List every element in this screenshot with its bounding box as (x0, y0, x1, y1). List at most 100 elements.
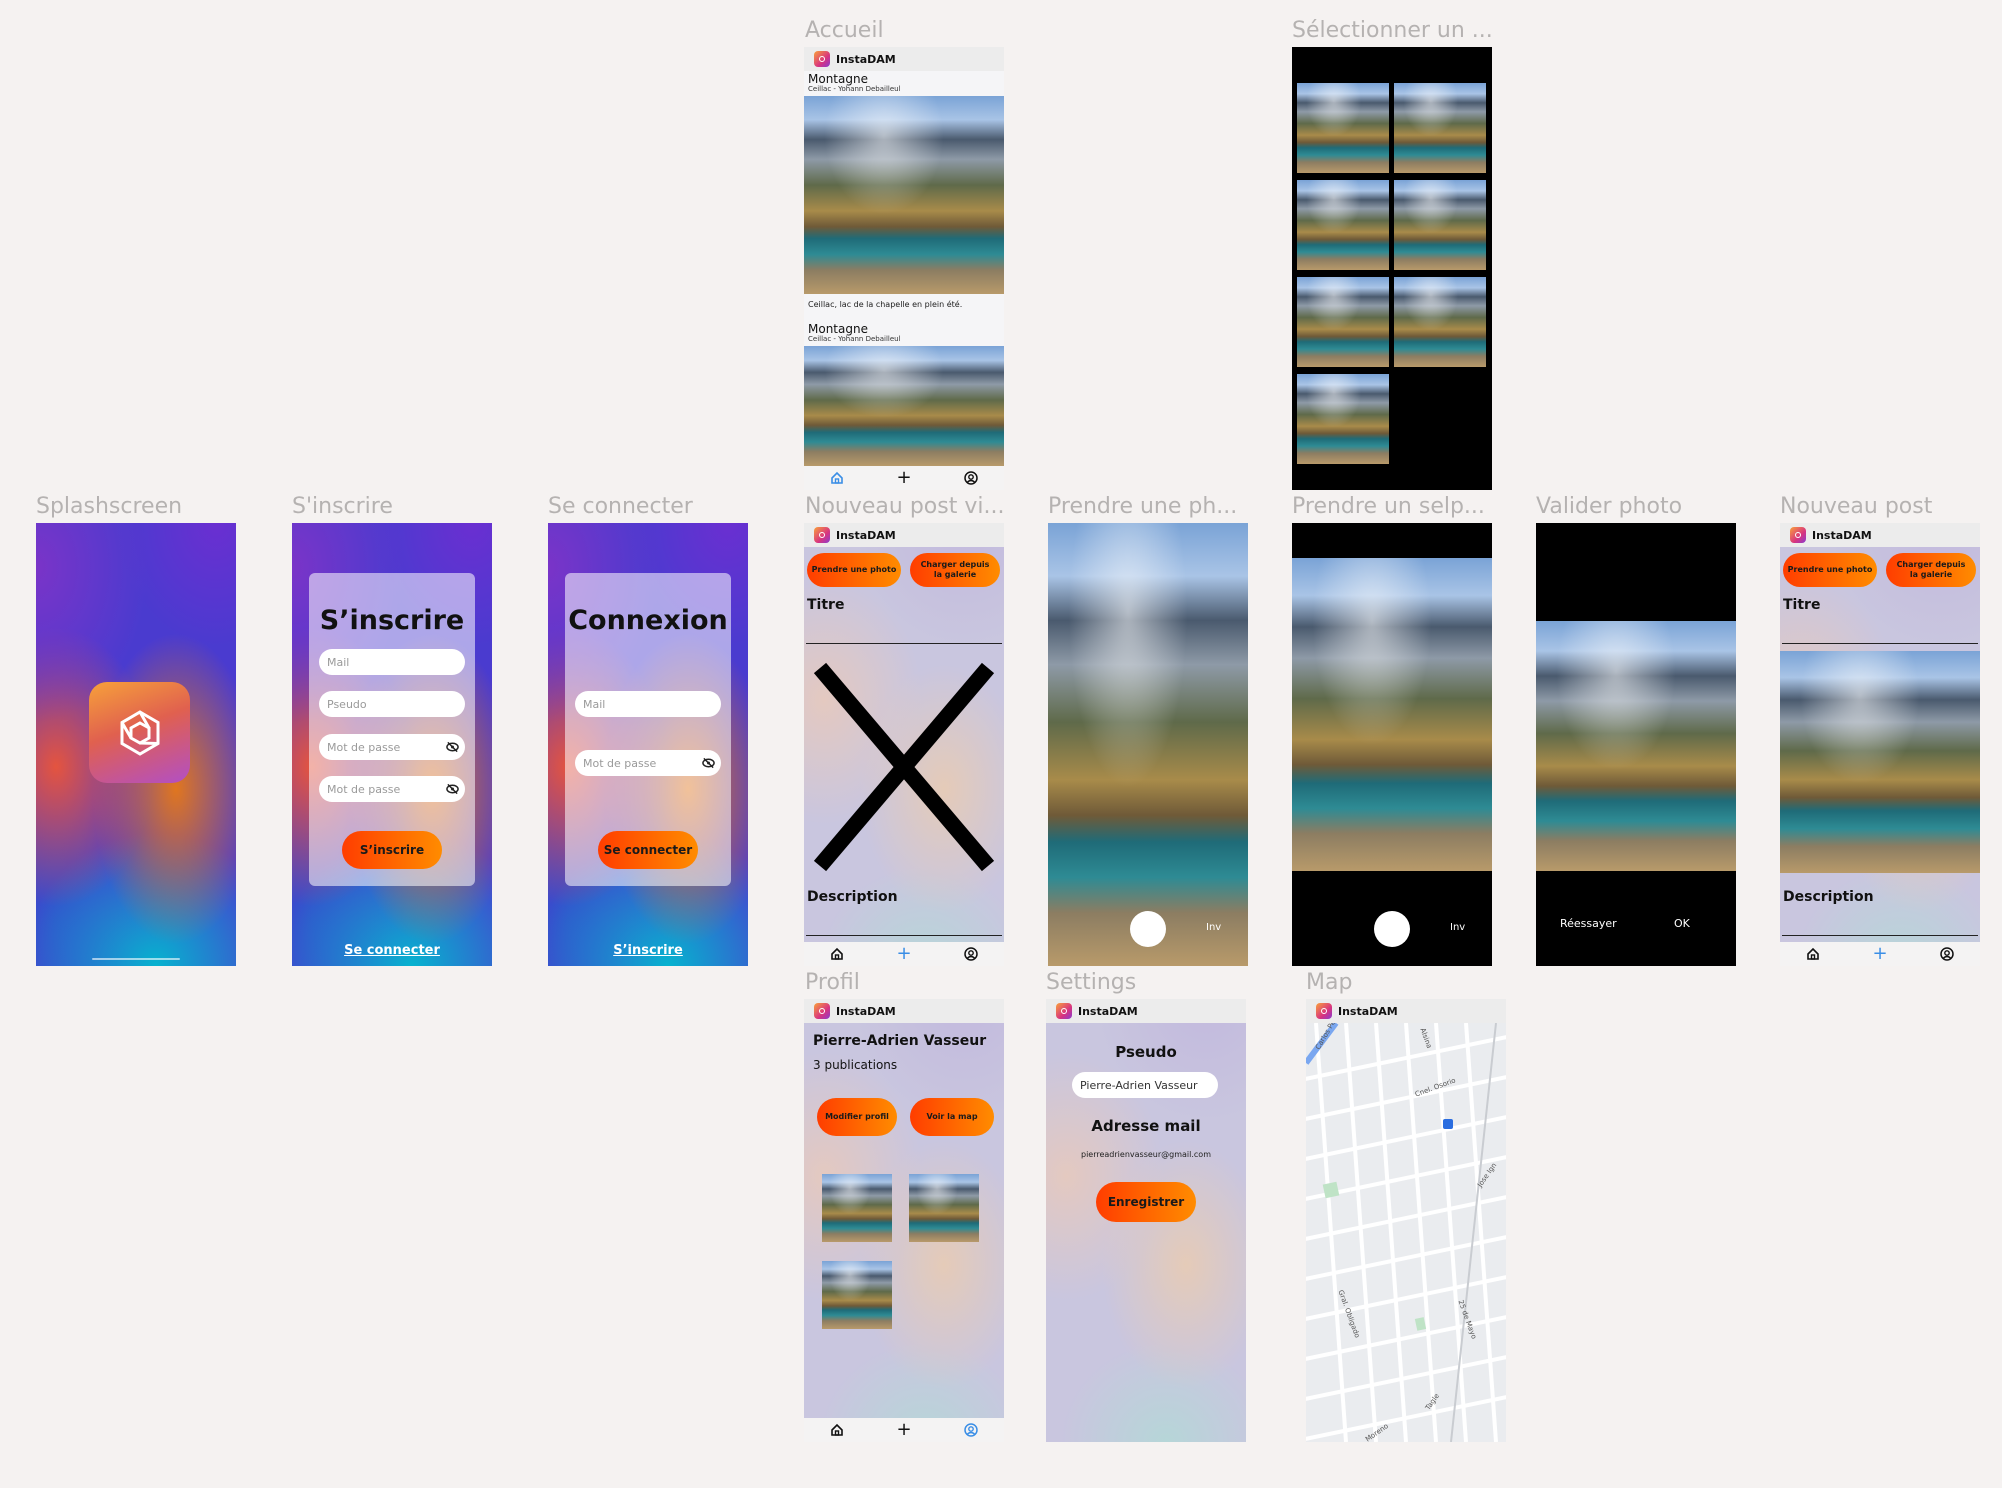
frame-title-login: Se connecter (548, 494, 693, 519)
frame-title-signup: S'inscrire (292, 494, 393, 519)
gallery-thumbnail[interactable] (1394, 277, 1486, 367)
app-name: InstaDAM (836, 52, 896, 66)
home-icon[interactable] (830, 947, 844, 961)
gallery-picker-frame (1292, 47, 1492, 490)
instadam-logo (814, 51, 830, 67)
plus-icon[interactable]: + (896, 1421, 911, 1439)
frame-title-settings: Settings (1046, 970, 1137, 995)
login-link[interactable]: Se connecter (292, 943, 492, 958)
password-placeholder: Mot de passe (583, 756, 657, 770)
password-field[interactable]: Mot de passe (575, 750, 721, 776)
bottom-nav: + (804, 942, 1004, 966)
retry-button[interactable]: Réessayer (1560, 917, 1617, 930)
plus-icon[interactable]: + (1872, 945, 1887, 963)
post-photo[interactable] (804, 346, 1004, 466)
app-name: InstaDAM (1338, 1004, 1398, 1018)
app-header: InstaDAM (804, 47, 1004, 71)
profile-icon[interactable] (1940, 947, 1954, 961)
selected-photo (1780, 651, 1980, 873)
eye-off-icon[interactable] (702, 757, 715, 769)
pseudo-field[interactable]: Pseudo (319, 691, 465, 717)
profile-icon[interactable] (964, 947, 978, 961)
frame-title-validate: Valider photo (1536, 494, 1683, 519)
splash-frame (36, 523, 236, 966)
password-placeholder: Mot de passe (327, 740, 401, 754)
post-meta: Ceillac - Yohann Debailleul (808, 335, 901, 343)
signup-button[interactable]: S’inscrire (342, 831, 442, 869)
post-photo[interactable] (804, 96, 1004, 294)
instadam-logo (1790, 527, 1806, 543)
app-header: InstaDAM (1780, 523, 1980, 547)
plus-icon[interactable]: + (896, 469, 911, 487)
description-field[interactable] (806, 935, 1002, 936)
profile-name: Pierre-Adrien Vasseur (813, 1033, 987, 1049)
signup-link[interactable]: S’inscrire (548, 943, 748, 958)
profile-icon[interactable] (964, 1423, 978, 1437)
eye-off-icon[interactable] (446, 741, 459, 753)
description-field[interactable] (1782, 935, 1978, 936)
title-field[interactable] (1782, 643, 1978, 644)
password-field[interactable]: Mot de passe (319, 734, 465, 760)
post-title: Montagne (808, 72, 868, 86)
app-header: InstaDAM (804, 523, 1004, 547)
description-label: Description (807, 889, 898, 905)
post-caption: Ceillac, lac de la chapelle en plein été… (808, 300, 963, 309)
home-icon[interactable] (1806, 947, 1820, 961)
instadam-logo (814, 1003, 830, 1019)
home-icon[interactable] (830, 1423, 844, 1437)
profile-icon[interactable] (964, 471, 978, 485)
take-photo-button[interactable]: Prendre une photo (807, 553, 901, 587)
edit-profile-button[interactable]: Modifier profil (817, 1098, 897, 1136)
eye-off-icon[interactable] (446, 783, 459, 795)
frame-title-take-photo: Prendre une ph... (1048, 494, 1238, 519)
app-name: InstaDAM (1078, 1004, 1138, 1018)
shutter-button[interactable] (1374, 911, 1410, 947)
mail-field[interactable]: Mail (575, 691, 721, 717)
gallery-thumbnail[interactable] (1394, 83, 1486, 173)
password-confirm-field[interactable]: Mot de passe (319, 776, 465, 802)
frame-title-profile: Profil (805, 970, 860, 995)
gallery-button[interactable]: Charger depuis la galerie (1886, 553, 1976, 587)
instadam-logo (814, 527, 830, 543)
login-button[interactable]: Se connecter (598, 831, 698, 869)
gallery-thumbnail[interactable] (1297, 83, 1389, 173)
home-icon[interactable] (830, 471, 844, 485)
profile-post-thumbnail[interactable] (822, 1174, 892, 1242)
profile-post-thumbnail[interactable] (822, 1261, 892, 1329)
gallery-thumbnail[interactable] (1297, 374, 1389, 464)
settings-frame: InstaDAM Pseudo Pierre-Adrien Vasseur Ad… (1046, 999, 1246, 1442)
title-label: Titre (1783, 597, 1821, 613)
view-map-button[interactable]: Voir la map (910, 1098, 994, 1136)
switch-camera-button[interactable]: Inv (1206, 922, 1221, 933)
profile-post-thumbnail[interactable] (909, 1174, 979, 1242)
plus-icon[interactable]: + (896, 945, 911, 963)
gallery-button[interactable]: Charger depuis la galerie (910, 553, 1000, 587)
mail-field[interactable]: pierreadrienvasseur@gmail.com (1046, 1150, 1246, 1159)
take-photo-frame: Inv (1048, 523, 1248, 966)
gallery-thumbnail[interactable] (1394, 180, 1486, 270)
switch-camera-button[interactable]: Inv (1450, 922, 1465, 933)
login-title: Connexion (568, 605, 728, 636)
login-frame: Connexion Mail Mot de passe Se connecter… (548, 523, 748, 966)
title-field[interactable] (806, 643, 1002, 644)
shutter-button[interactable] (1130, 911, 1166, 947)
mail-field[interactable]: Mail (319, 649, 465, 675)
post-title: Montagne (808, 322, 868, 336)
app-logo (89, 682, 190, 783)
bottom-nav: + (804, 1418, 1004, 1442)
save-button[interactable]: Enregistrer (1096, 1182, 1196, 1222)
gallery-thumbnail[interactable] (1297, 277, 1389, 367)
frame-title-splash: Splashscreen (36, 494, 183, 519)
newpost-frame: InstaDAM Prendre une photo Charger depui… (1780, 523, 1980, 966)
map-view[interactable] (1306, 1023, 1506, 1442)
app-name: InstaDAM (1812, 528, 1872, 542)
map-frame: InstaDAM Carlos Pellegrini Alsina Cnel. … (1306, 999, 1506, 1442)
instadam-logo (1316, 1003, 1332, 1019)
gallery-thumbnail[interactable] (1297, 180, 1389, 270)
pseudo-field[interactable]: Pierre-Adrien Vasseur (1072, 1072, 1218, 1098)
shutter-icon (120, 709, 159, 756)
take-photo-button[interactable]: Prendre une photo (1783, 553, 1877, 587)
post-meta: Ceillac - Yohann Debailleul (808, 85, 901, 93)
ok-button[interactable]: OK (1674, 917, 1690, 930)
take-selfie-frame: Inv (1292, 523, 1492, 966)
